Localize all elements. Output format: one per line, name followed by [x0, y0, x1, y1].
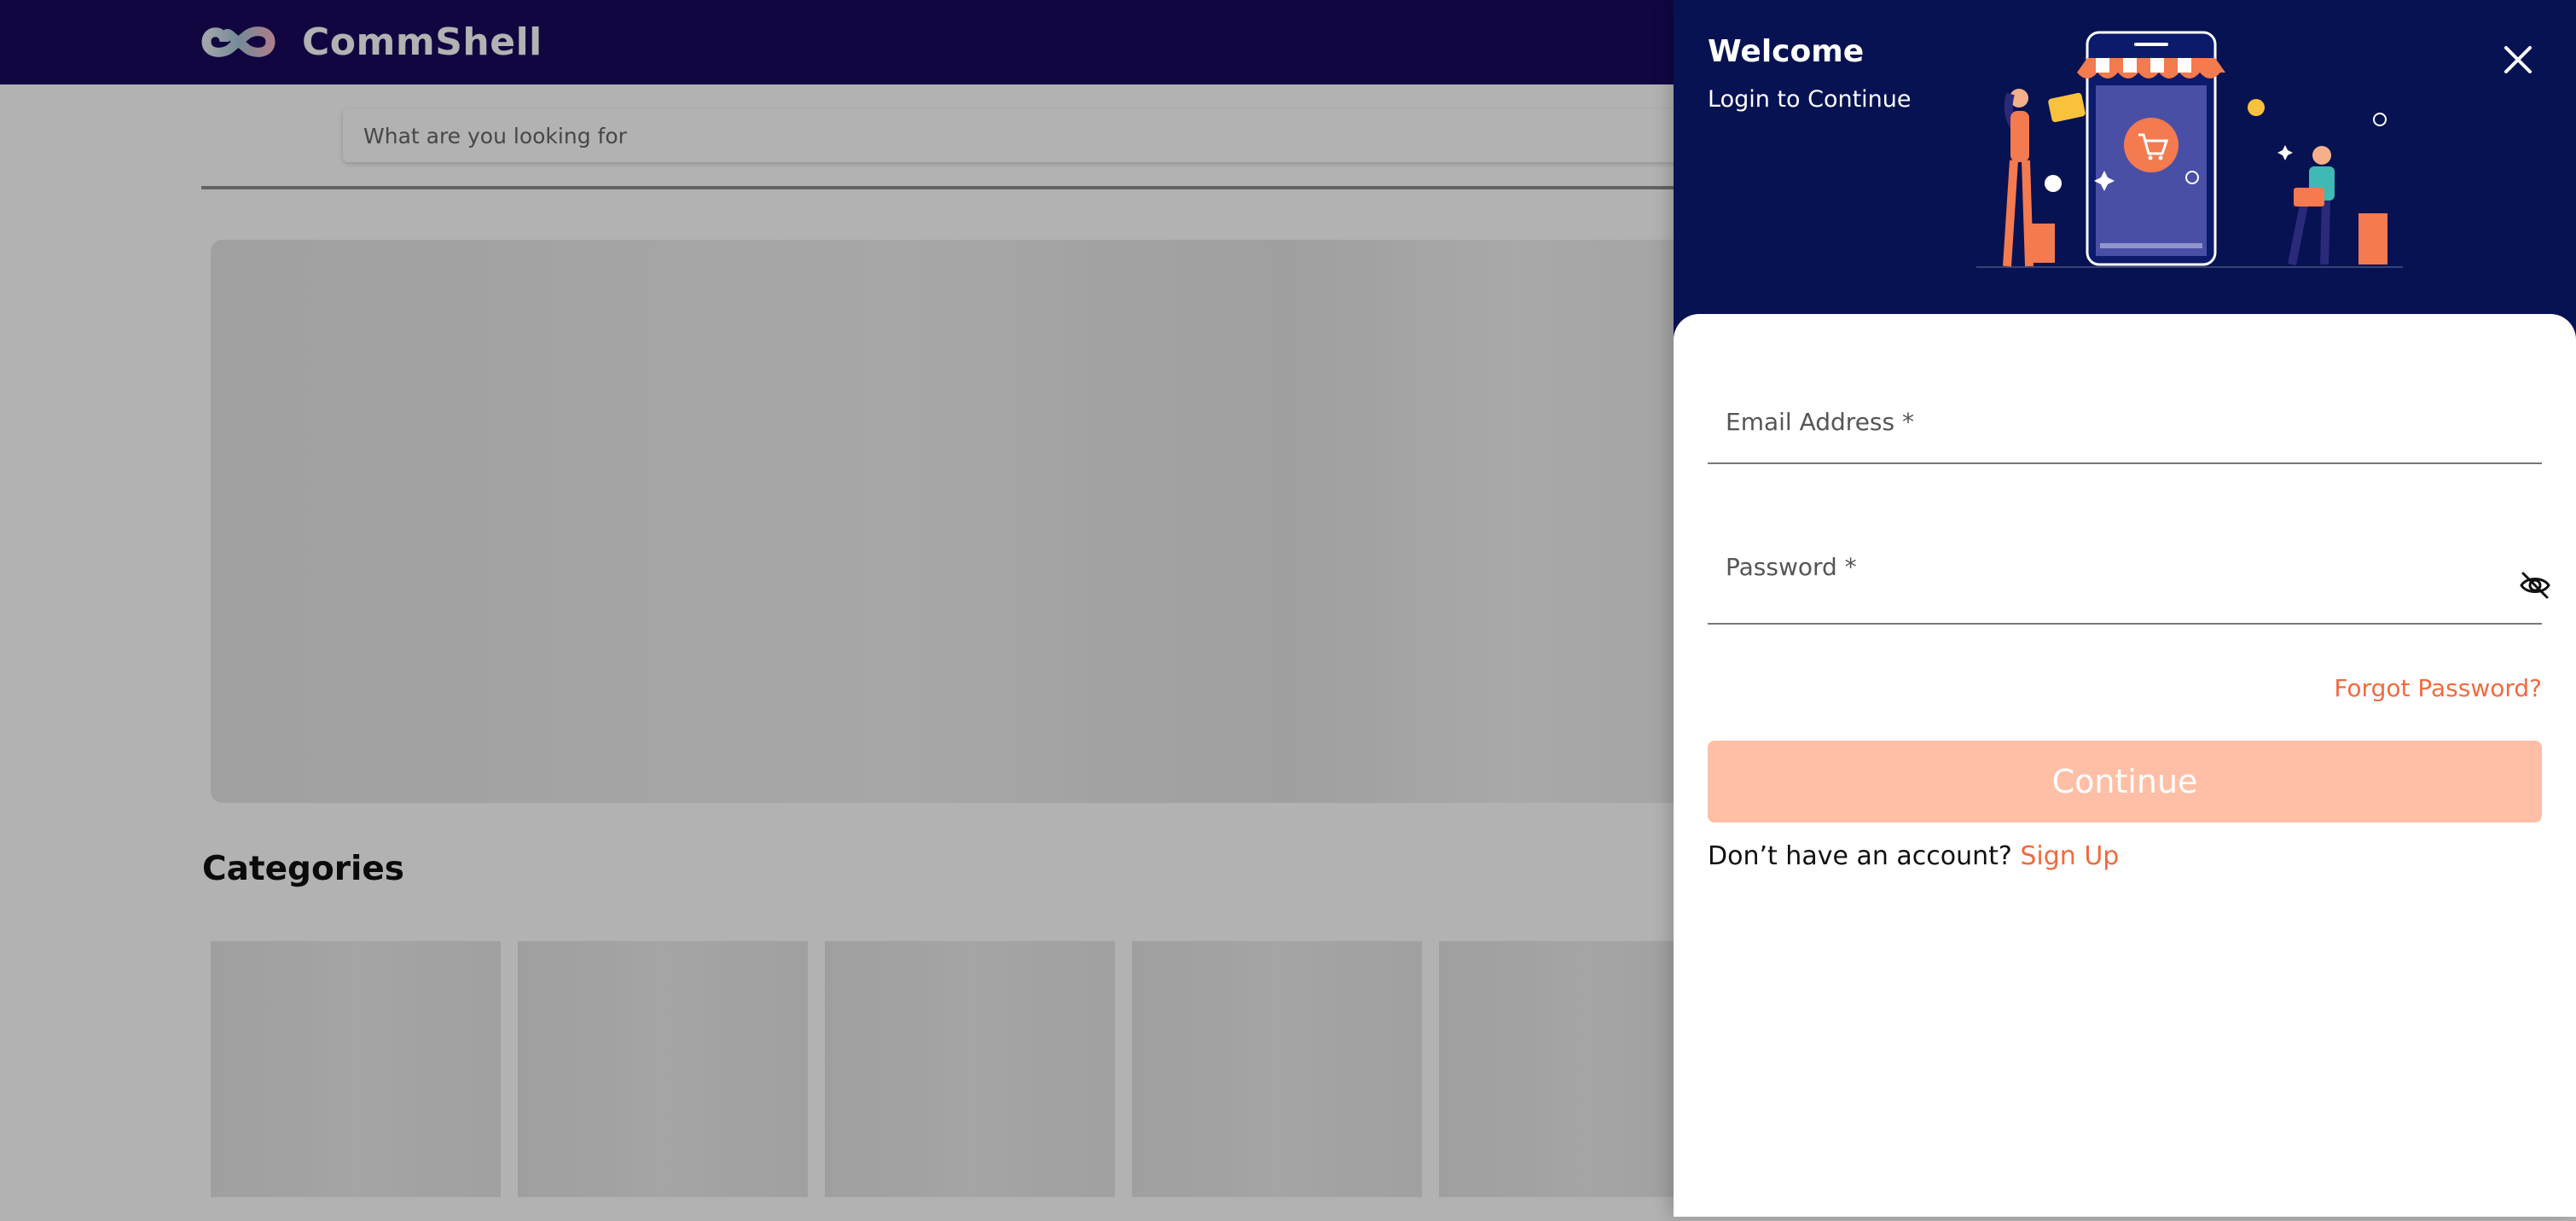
signup-prompt: Don’t have an account? Sign Up [1708, 841, 2119, 871]
email-field[interactable]: Email Address * [1708, 369, 2542, 464]
email-input[interactable] [1708, 420, 2509, 457]
password-field[interactable]: Password * [1708, 514, 2550, 625]
close-icon [2504, 46, 2532, 73]
close-button[interactable] [2499, 41, 2537, 78]
password-input[interactable] [1708, 580, 2509, 618]
forgot-password-link[interactable]: Forgot Password? [2334, 674, 2542, 702]
drawer-header: Welcome Login to Continue [1674, 0, 2576, 341]
welcome-title: Welcome [1708, 34, 1865, 69]
eye-off-icon [2520, 572, 2550, 599]
welcome-subtitle: Login to Continue [1708, 86, 1912, 113]
toggle-password-visibility-button[interactable] [2518, 568, 2552, 602]
password-label: Password * [1726, 553, 1857, 581]
login-drawer: Welcome Login to Continue Email Address … [1674, 0, 2576, 1217]
sign-up-link[interactable]: Sign Up [2020, 841, 2119, 871]
shopping-illustration [1976, 31, 2403, 268]
continue-button[interactable]: Continue [1708, 741, 2542, 823]
no-account-text: Don’t have an account? [1708, 841, 2012, 871]
